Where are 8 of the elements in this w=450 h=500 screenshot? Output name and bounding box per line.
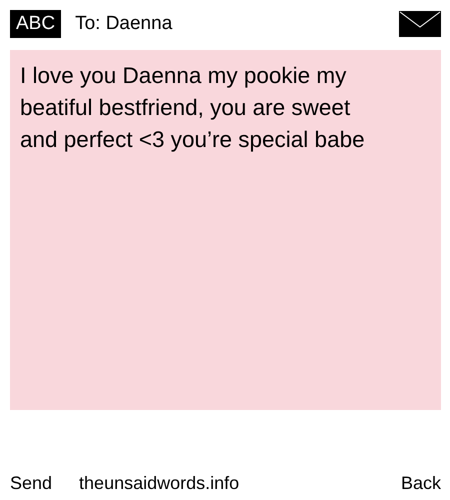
- website-label: theunsaidwords.info: [79, 473, 240, 494]
- send-button[interactable]: Send: [10, 473, 52, 494]
- recipient-label: To: Daenna: [75, 13, 174, 35]
- input-mode-badge: ABC: [10, 10, 62, 38]
- back-button[interactable]: Back: [400, 473, 441, 494]
- message-text: I love you Daenna my pookie my beatiful bestfriend, you are sweet and perfect <3 you’re special babe: [20, 62, 366, 154]
- envelope-icon: [399, 11, 441, 37]
- message-area[interactable]: I love you Daenna my pookie my beatiful bestfriend, you are sweet and perfect <3 you’re special babe: [10, 50, 441, 410]
